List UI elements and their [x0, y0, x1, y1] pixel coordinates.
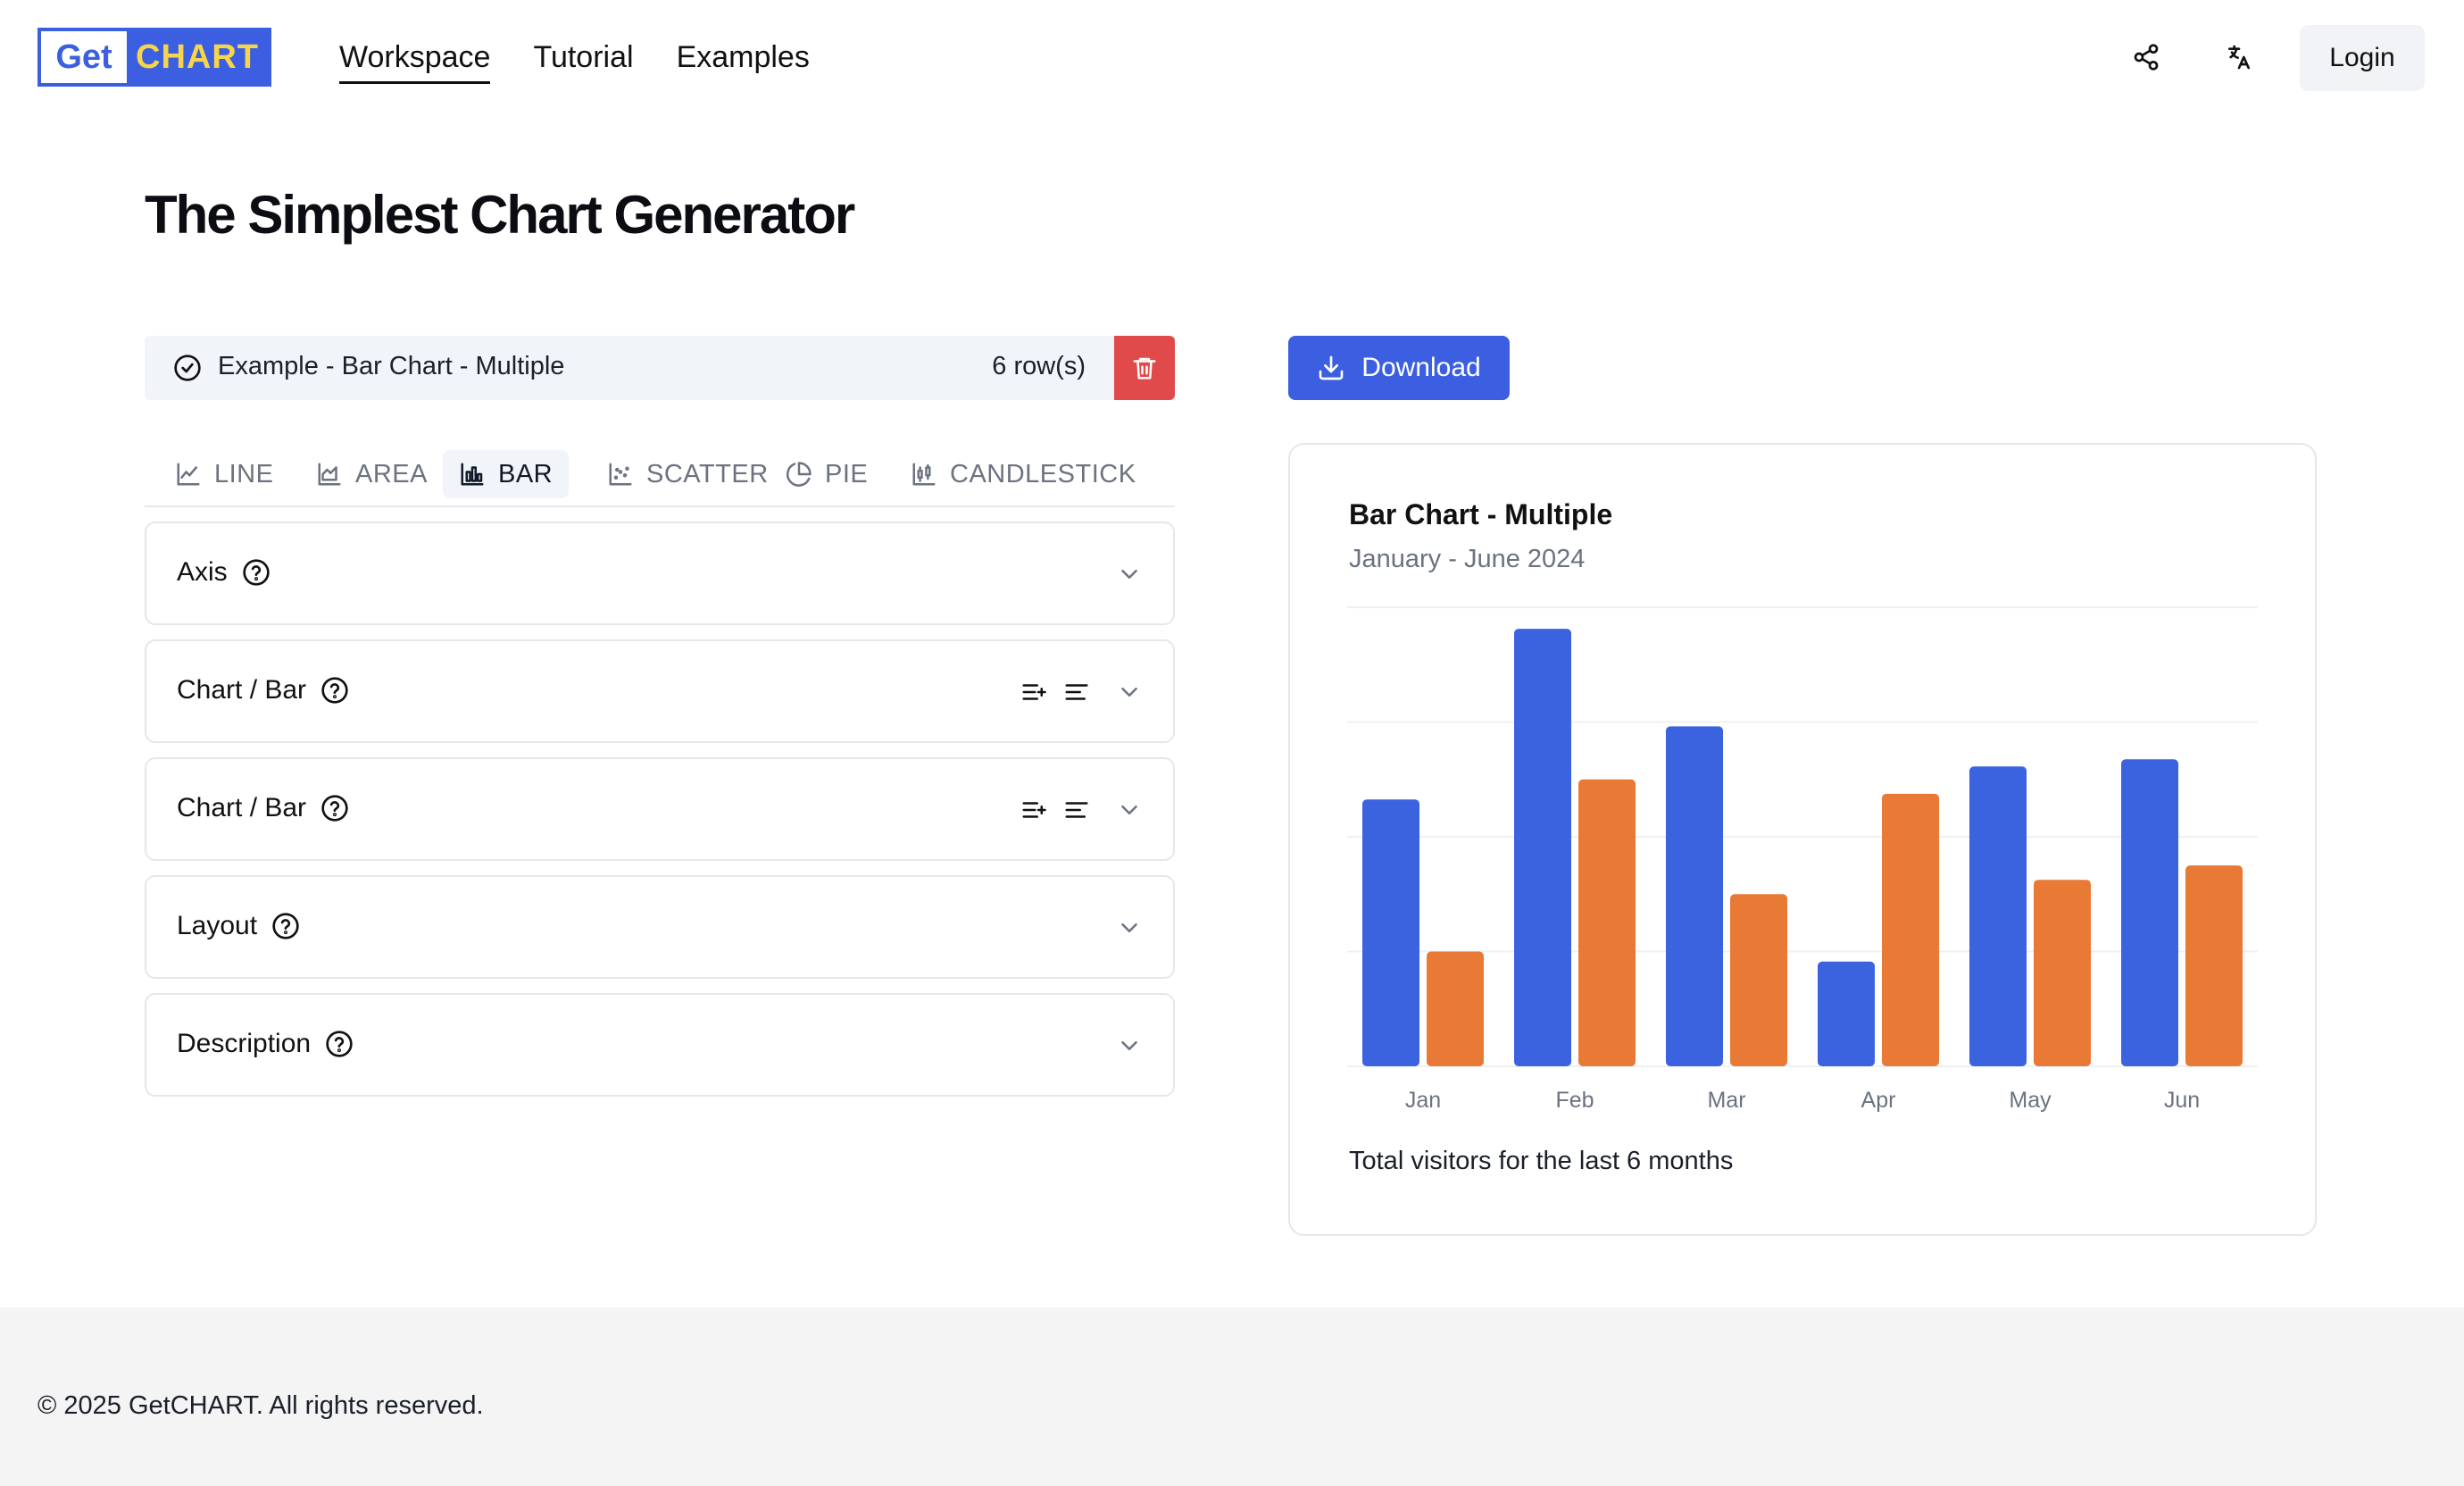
accordion-chart-bar-1[interactable]: Chart / Bar — [145, 639, 1175, 743]
share-icon[interactable] — [2125, 36, 2168, 79]
chevron-down-icon — [1121, 570, 1137, 579]
translate-icon[interactable] — [2218, 36, 2260, 79]
accordion-axis-label: Axis — [177, 557, 228, 587]
bar-jun-series-2 — [2185, 865, 2243, 1066]
bar-apr-series-1 — [1818, 961, 1875, 1066]
help-circle-icon[interactable] — [320, 794, 349, 822]
chart-type-tabs: LINE AREA BAR SCATTER PIE CANDLESTICK — [145, 447, 1175, 507]
tab-pie[interactable]: PIE — [770, 450, 884, 498]
tab-pie-label: PIE — [825, 459, 869, 488]
add-series-icon[interactable] — [1020, 679, 1048, 705]
dataset-selector[interactable]: Example - Bar Chart - Multiple 6 row(s) — [145, 336, 1175, 400]
help-circle-icon[interactable] — [271, 912, 300, 940]
bar-jan-series-1 — [1362, 799, 1419, 1066]
accordion-chart-bar-2[interactable]: Chart / Bar — [145, 757, 1175, 861]
x-tick-label: Feb — [1555, 1088, 1594, 1113]
scatter-chart-icon — [609, 463, 632, 486]
copyright-text: © 2025 GetCHART. All rights reserved. — [37, 1391, 484, 1420]
nav-tutorial[interactable]: Tutorial — [533, 32, 633, 84]
accordion-layout-label: Layout — [177, 911, 258, 940]
page-title: The Simplest Chart Generator — [145, 185, 855, 245]
x-tick-label: Jan — [1405, 1088, 1441, 1113]
bar-may-series-1 — [1969, 766, 2027, 1066]
main-nav: Workspace Tutorial Examples — [339, 32, 810, 84]
x-tick-label: Jun — [2164, 1088, 2200, 1113]
bar-feb-series-2 — [1578, 779, 1636, 1066]
accordion-description[interactable]: Description — [145, 993, 1175, 1097]
tab-area-label: AREA — [355, 459, 428, 488]
chart-card: Bar Chart - Multiple January - June 2024… — [1288, 443, 2317, 1236]
tab-candlestick[interactable]: CANDLESTICK — [895, 450, 1153, 498]
logo-get-text: Get — [41, 31, 127, 83]
bar-chart: Jan Feb Mar Apr May Jun — [1347, 606, 2258, 1113]
tab-bar[interactable]: BAR — [443, 450, 570, 498]
chevron-down-icon — [1121, 688, 1137, 697]
footer: © 2025 GetCHART. All rights reserved. — [0, 1307, 2464, 1486]
dataset-name: Example - Bar Chart - Multiple — [218, 352, 565, 380]
dataset-row-count: 6 row(s) — [992, 352, 1086, 380]
bar-jun-series-1 — [2121, 759, 2178, 1066]
help-circle-icon[interactable] — [325, 1030, 354, 1058]
bar-chart-icon — [461, 463, 484, 486]
bar-apr-series-2 — [1882, 793, 1939, 1066]
download-label: Download — [1361, 353, 1481, 382]
chevron-down-icon — [1121, 923, 1137, 932]
tab-line[interactable]: LINE — [159, 450, 289, 498]
bar-feb-series-1 — [1514, 629, 1571, 1066]
header: Get CHART Workspace Tutorial Examples Lo… — [0, 0, 2464, 114]
align-left-icon[interactable] — [1062, 679, 1091, 705]
accordion-axis[interactable]: Axis — [145, 522, 1175, 625]
bar-jan-series-2 — [1427, 951, 1484, 1066]
tab-scatter[interactable]: SCATTER — [591, 450, 785, 498]
bar-mar-series-1 — [1666, 726, 1723, 1066]
chevron-down-icon — [1121, 1041, 1137, 1050]
tab-area[interactable]: AREA — [300, 450, 444, 498]
check-circle-icon — [174, 355, 201, 381]
nav-workspace[interactable]: Workspace — [339, 32, 491, 84]
x-tick-label: Mar — [1707, 1088, 1745, 1113]
help-circle-icon[interactable] — [242, 558, 271, 587]
tab-bar-label: BAR — [498, 459, 554, 488]
candlestick-chart-icon — [912, 463, 936, 486]
pie-chart-icon — [786, 462, 812, 487]
tab-scatter-label: SCATTER — [646, 459, 769, 488]
chart-footer: Total visitors for the last 6 months — [1349, 1147, 1734, 1175]
login-button[interactable]: Login — [2300, 25, 2425, 91]
help-circle-icon[interactable] — [320, 676, 349, 705]
accordion-chart-bar-2-label: Chart / Bar — [177, 793, 307, 822]
accordion-description-label: Description — [177, 1029, 312, 1058]
align-left-icon[interactable] — [1062, 797, 1091, 823]
nav-examples[interactable]: Examples — [677, 32, 810, 84]
accordion-chart-bar-1-label: Chart / Bar — [177, 675, 307, 705]
chevron-down-icon — [1121, 806, 1137, 814]
download-button[interactable]: Download — [1288, 336, 1510, 400]
logo[interactable]: Get CHART — [37, 28, 271, 87]
x-tick-label: May — [2009, 1088, 2052, 1113]
bar-mar-series-2 — [1730, 894, 1787, 1066]
x-tick-label: Apr — [1861, 1088, 1896, 1113]
logo-chart-text: CHART — [127, 31, 268, 83]
bar-may-series-2 — [2034, 880, 2091, 1066]
trash-icon — [1133, 357, 1156, 380]
delete-dataset-button[interactable] — [1114, 336, 1175, 400]
accordion-layout[interactable]: Layout — [145, 875, 1175, 979]
download-icon — [1319, 355, 1344, 380]
tab-line-label: LINE — [214, 459, 274, 488]
tab-candlestick-label: CANDLESTICK — [950, 459, 1136, 488]
area-chart-icon — [318, 463, 341, 486]
line-chart-icon — [177, 463, 200, 486]
add-series-icon[interactable] — [1020, 797, 1048, 823]
